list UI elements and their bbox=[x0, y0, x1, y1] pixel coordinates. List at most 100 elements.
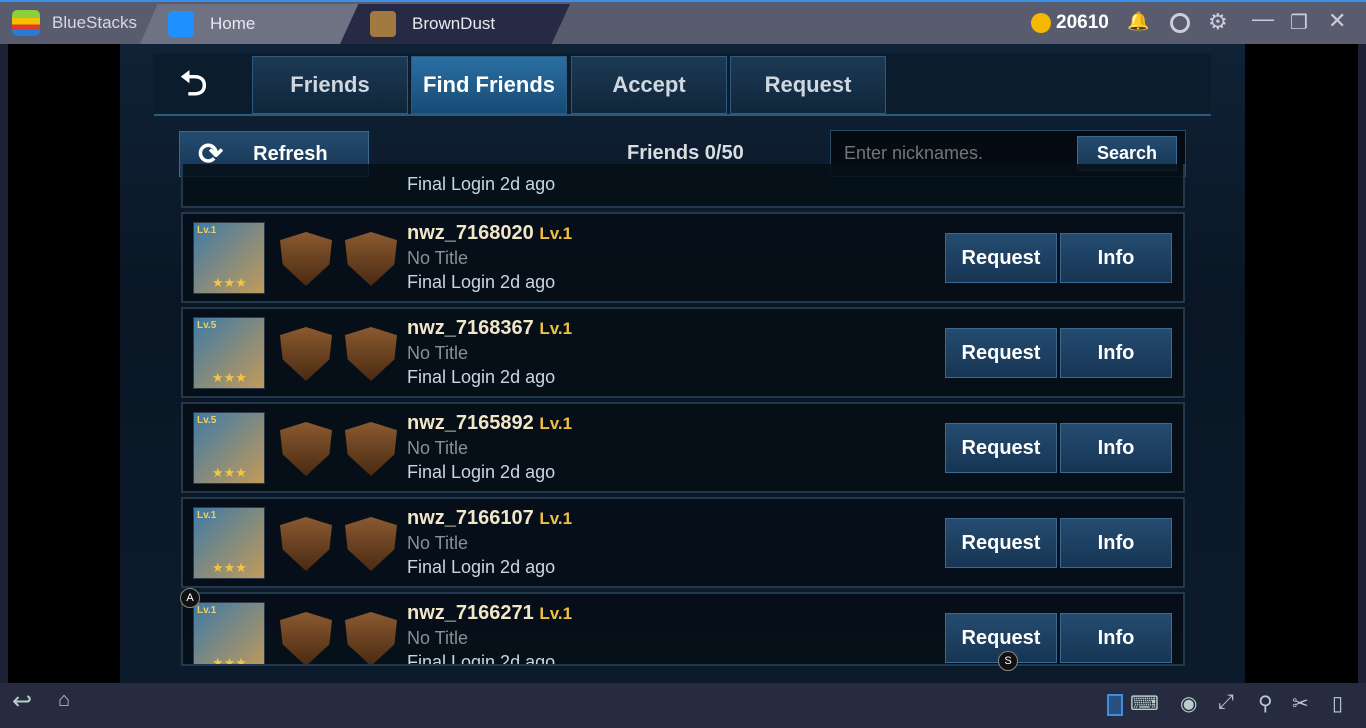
back-icon[interactable]: ↩ bbox=[12, 687, 32, 716]
tab-browndust[interactable]: BrownDust bbox=[340, 4, 570, 44]
request-button[interactable]: Request bbox=[945, 328, 1057, 378]
tab-friends[interactable]: Friends bbox=[252, 56, 408, 114]
avatar[interactable]: Lv.5 ★★★ bbox=[193, 412, 265, 484]
info-button[interactable]: Info bbox=[1060, 613, 1172, 663]
home-icon bbox=[168, 11, 194, 37]
info-button[interactable]: Info bbox=[1060, 233, 1172, 283]
request-button[interactable]: Request bbox=[945, 423, 1057, 473]
star-rating-icon: ★★★ bbox=[212, 560, 247, 575]
friends-count: Friends 0/50 bbox=[627, 142, 744, 164]
location-icon[interactable]: ⚲ bbox=[1258, 691, 1273, 716]
player-level: Lv.1 bbox=[539, 319, 573, 338]
avatar-level: Lv.1 bbox=[197, 510, 217, 521]
tab-label: BrownDust bbox=[412, 14, 496, 33]
back-icon[interactable]: ⮌ bbox=[180, 60, 207, 117]
tab-accept[interactable]: Accept bbox=[571, 56, 727, 114]
nickname: nwz_7165892 bbox=[407, 412, 534, 434]
avatar[interactable]: Lv.1 ★★★ bbox=[193, 602, 265, 666]
android-navbar: ↩ ⌂ ⌨ ◉ ⤢ ⚲ ✂ ▯ bbox=[0, 683, 1366, 728]
scissors-icon[interactable]: ✂ bbox=[1292, 691, 1309, 716]
tab-home[interactable]: Home bbox=[140, 4, 360, 44]
key-hint-a: A bbox=[180, 588, 200, 608]
coin-count: 20610 bbox=[1056, 12, 1109, 33]
player-level: Lv.1 bbox=[539, 414, 573, 433]
friend-row: Lv.1 ★★★ nwz_7166271 Lv.1 No Title Final … bbox=[181, 592, 1185, 666]
request-button[interactable]: Request bbox=[945, 233, 1057, 283]
rank-shield-icon bbox=[280, 327, 332, 381]
avatar[interactable]: Lv.1 ★★★ bbox=[193, 507, 265, 579]
tab-request[interactable]: Request bbox=[730, 56, 886, 114]
rank-shield-icon bbox=[280, 612, 332, 664]
rank-shield-star-icon bbox=[345, 422, 397, 476]
star-rating-icon: ★★★ bbox=[212, 370, 247, 385]
keymap-toggle-icon[interactable] bbox=[1107, 694, 1123, 716]
close-icon[interactable]: ✕ bbox=[1328, 8, 1346, 34]
avatar-level: Lv.1 bbox=[197, 225, 217, 236]
avatar-level: Lv.5 bbox=[197, 320, 217, 331]
player-level: Lv.1 bbox=[539, 509, 573, 528]
friends-tabs: ⮌ Friends Find Friends Accept Request bbox=[154, 54, 1211, 116]
rank-shield-star-icon bbox=[345, 327, 397, 381]
player-title: No Title bbox=[407, 343, 469, 363]
rank-shield-star-icon bbox=[345, 232, 397, 286]
info-button[interactable]: Info bbox=[1060, 328, 1172, 378]
key-hint-s: S bbox=[998, 651, 1018, 671]
eye-icon[interactable]: ◉ bbox=[1180, 691, 1197, 716]
nickname: nwz_7166107 bbox=[407, 507, 534, 529]
rank-shield-star-icon bbox=[345, 517, 397, 571]
friend-row-partial: Final Login 2d ago bbox=[181, 164, 1185, 208]
request-button[interactable]: Request bbox=[945, 518, 1057, 568]
bell-icon[interactable]: 🔔 bbox=[1127, 11, 1149, 32]
player-title: No Title bbox=[407, 628, 469, 648]
star-rating-icon: ★★★ bbox=[212, 275, 247, 290]
friend-name: nwz_7166271 Lv.1 bbox=[407, 602, 572, 625]
friend-row: Lv.1 ★★★ nwz_7166107 Lv.1 No Title Final … bbox=[181, 497, 1185, 588]
tab-find-friends[interactable]: Find Friends bbox=[411, 56, 567, 114]
tab-label: Home bbox=[210, 14, 256, 33]
friend-row: Lv.5 ★★★ nwz_7168367 Lv.1 No Title Final … bbox=[181, 307, 1185, 398]
player-title: No Title bbox=[407, 438, 469, 458]
restore-icon[interactable]: ❐ bbox=[1290, 10, 1308, 35]
app-name: BlueStacks bbox=[52, 13, 138, 32]
player-level: Lv.1 bbox=[539, 604, 573, 623]
star-rating-icon: ★★★ bbox=[212, 655, 247, 666]
gear-icon[interactable]: ⚙ bbox=[1208, 9, 1228, 35]
login-text: Final Login 2d ago bbox=[407, 652, 556, 666]
login-text: Final Login 2d ago bbox=[407, 557, 556, 577]
window-titlebar: BlueStacks Home BrownDust 20610 🔔 ⚙ — ❐ … bbox=[0, 0, 1366, 44]
friend-name: nwz_7166107 Lv.1 bbox=[407, 507, 572, 530]
friend-name: nwz_7168367 Lv.1 bbox=[407, 317, 572, 340]
player-level: Lv.1 bbox=[539, 224, 573, 243]
refresh-label: Refresh bbox=[253, 142, 328, 165]
rank-shield-star-icon bbox=[345, 612, 397, 664]
login-text: Final Login 2d ago bbox=[407, 367, 556, 387]
game-icon bbox=[370, 11, 396, 37]
account-icon[interactable] bbox=[1170, 13, 1190, 33]
avatar[interactable]: Lv.5 ★★★ bbox=[193, 317, 265, 389]
login-text: Final Login 2d ago bbox=[407, 272, 556, 292]
friends-panel: ⮌ Friends Find Friends Accept Request ⟳ R… bbox=[120, 44, 1245, 683]
fullscreen-icon[interactable]: ⤢ bbox=[1218, 691, 1234, 714]
rank-shield-icon bbox=[280, 422, 332, 476]
friend-row: Lv.1 ★★★ nwz_7168020 Lv.1 No Title Final … bbox=[181, 212, 1185, 303]
rank-shield-icon bbox=[280, 232, 332, 286]
avatar[interactable]: Lv.1 ★★★ bbox=[193, 222, 265, 294]
keyboard-icon[interactable]: ⌨ bbox=[1130, 691, 1159, 716]
minimize-icon[interactable]: — bbox=[1252, 6, 1274, 32]
friend-name: nwz_7165892 Lv.1 bbox=[407, 412, 572, 435]
friend-name: nwz_7168020 Lv.1 bbox=[407, 222, 572, 245]
info-button[interactable]: Info bbox=[1060, 423, 1172, 473]
info-button[interactable]: Info bbox=[1060, 518, 1172, 568]
bluestacks-logo bbox=[12, 10, 40, 36]
login-text: Final Login 2d ago bbox=[407, 174, 556, 194]
home-icon[interactable]: ⌂ bbox=[58, 689, 70, 712]
friend-row: Lv.5 ★★★ nwz_7165892 Lv.1 No Title Final … bbox=[181, 402, 1185, 493]
nickname: nwz_7168020 bbox=[407, 222, 534, 244]
avatar-level: Lv.5 bbox=[197, 415, 217, 426]
player-title: No Title bbox=[407, 533, 469, 553]
coin-icon bbox=[1031, 13, 1051, 33]
game-viewport: ⮌ Friends Find Friends Accept Request ⟳ R… bbox=[8, 44, 1358, 683]
nickname: nwz_7166271 bbox=[407, 602, 534, 624]
rank-shield-icon bbox=[280, 517, 332, 571]
rotate-icon[interactable]: ▯ bbox=[1332, 691, 1343, 716]
